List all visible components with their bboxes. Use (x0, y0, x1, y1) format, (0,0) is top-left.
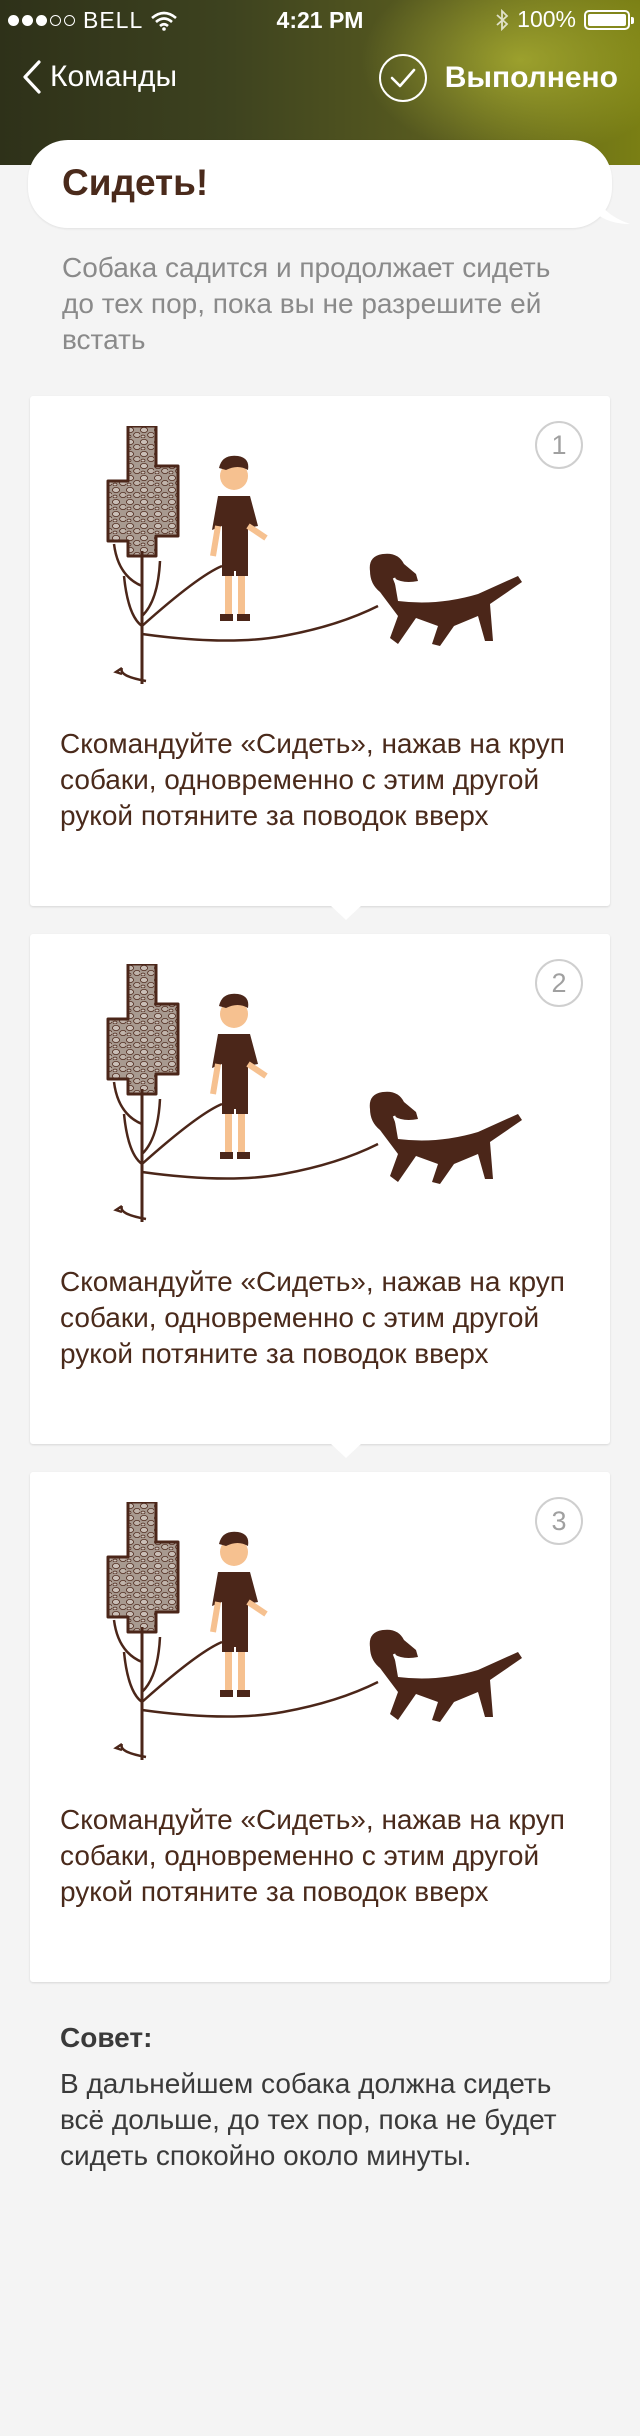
step-text: Скомандуйте «Сидеть», нажав на круп соба… (60, 728, 565, 831)
page-title: Сидеть! (62, 162, 209, 203)
bluetooth-icon (496, 8, 509, 31)
step-card-3: 3 Скомандуйте «Сидеть», нажав на круп со… (30, 1472, 610, 1982)
status-bar: BELL 4:21 PM 100% (0, 0, 640, 40)
step-illustration (106, 426, 522, 684)
navigation-bar: Команды Выполнено (0, 40, 640, 120)
trainer-figure (210, 455, 268, 621)
step-illustration (106, 964, 522, 1222)
trainer-figure (210, 993, 268, 1159)
trainer-figure (210, 1531, 268, 1697)
step-text: Скомандуйте «Сидеть», нажав на круп соба… (60, 1804, 565, 1907)
tip-text: В дальнейшем собака должна сидеть всё до… (60, 2068, 557, 2171)
battery-percent: 100% (517, 6, 576, 32)
step-card-2: 2 Скомандуйте «Сидеть», нажав на круп со… (30, 934, 610, 1458)
step-illustration (106, 1502, 522, 1760)
tip-section: Совет: В дальнейшем собака должна сидеть… (60, 2022, 580, 2174)
step-card-1: 1 Скомандуйте «Сидеть», нажав на круп со… (30, 396, 610, 920)
done-label: Выполнено (444, 61, 618, 94)
dog-figure (369, 1091, 522, 1184)
status-right: 100% (495, 6, 634, 33)
speech-bubble-tail (594, 190, 630, 224)
card-pointer (330, 1443, 362, 1458)
tip-title: Совет: (60, 2022, 153, 2053)
dog-figure (369, 553, 522, 646)
checkmark-circle-icon (378, 54, 427, 102)
tree-icon (106, 1502, 180, 1760)
back-label: Команды (50, 60, 178, 93)
dog-figure (369, 1629, 522, 1722)
step-text: Скомандуйте «Сидеть», нажав на круп соба… (60, 1266, 565, 1369)
battery-icon (584, 9, 634, 30)
command-description: Собака садится и продолжает сидеть до те… (62, 252, 551, 355)
card-pointer (330, 905, 362, 920)
done-button[interactable]: Выполнено (378, 54, 618, 102)
back-button[interactable]: Команды (22, 60, 177, 94)
command-title-bubble: Сидеть! (28, 140, 630, 228)
tree-icon (106, 964, 180, 1222)
tree-icon (106, 426, 180, 684)
chevron-left-icon (23, 60, 41, 94)
